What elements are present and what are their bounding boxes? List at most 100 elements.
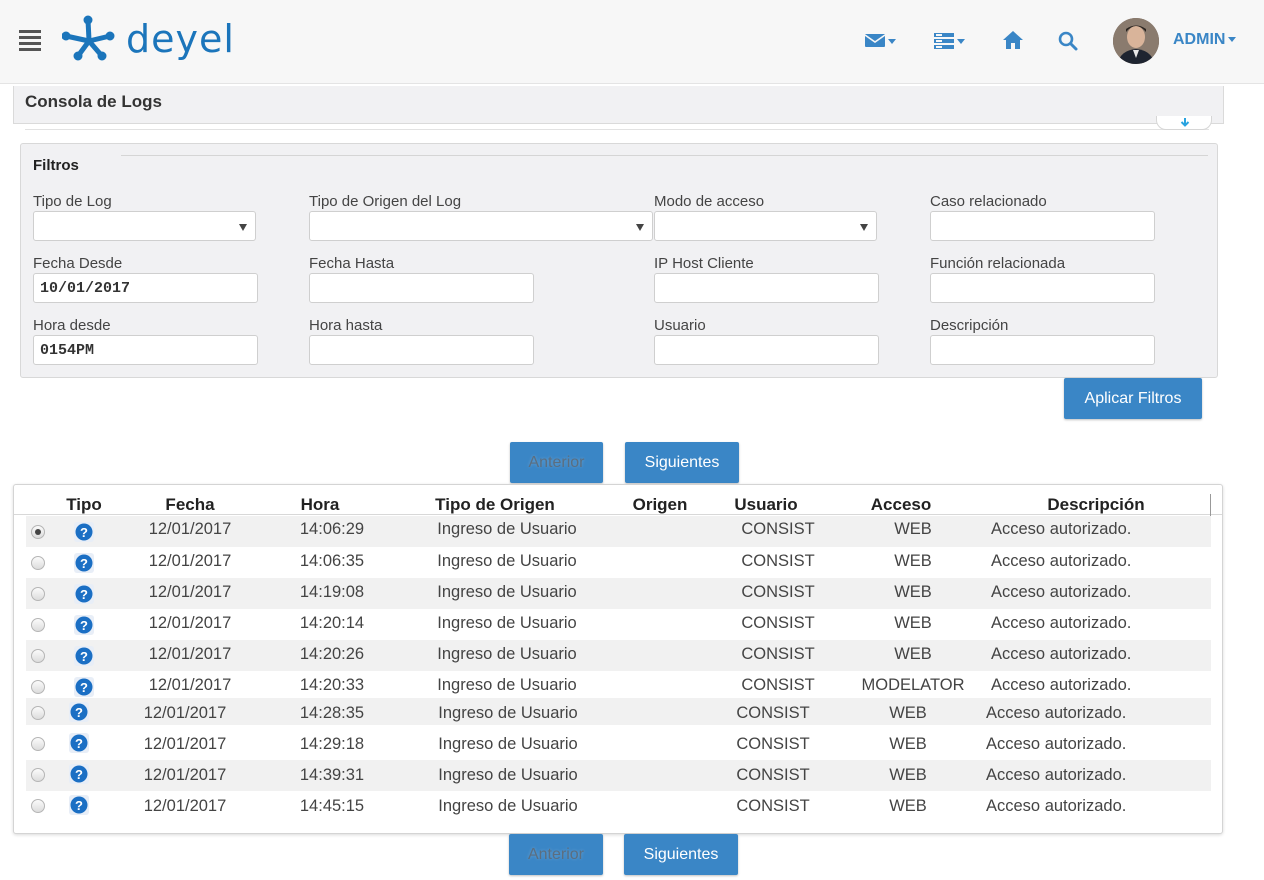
svg-text:?: ? [75,767,83,782]
column-header-descripcion[interactable]: Descripción [1047,495,1144,515]
previous-page-button-bottom[interactable]: Anterior [509,834,603,875]
question-icon[interactable]: ? [69,733,89,753]
question-icon[interactable]: ? [74,553,94,573]
table-row[interactable]: ? 12/01/2017 14:06:35 Ingreso de Usuario CON… [26,547,1211,578]
ip-host-input[interactable] [654,273,879,303]
cell-hora: 14:19:08 [299,583,365,601]
question-icon[interactable]: ? [74,522,94,542]
fecha-desde-input[interactable]: 10/01/2017 [33,273,258,303]
cell-usuario: CONSIST [741,583,815,601]
collapse-toggle[interactable] [1156,116,1212,130]
cell-usuario: CONSIST [736,704,810,722]
cell-usuario: CONSIST [736,797,810,815]
column-header-fecha[interactable]: Fecha [165,495,214,515]
cell-descripcion: Acceso autorizado. [986,797,1127,815]
tasks-icon[interactable] [934,28,968,54]
avatar[interactable] [1113,18,1159,64]
menu-icon[interactable] [19,30,41,52]
deyel-logo[interactable]: deyel [61,14,292,70]
apply-filters-button[interactable]: Aplicar Filtros [1064,378,1202,419]
cell-acceso: WEB [889,704,927,722]
mail-icon[interactable] [865,28,897,54]
row-select-radio[interactable] [31,737,45,751]
tipo-origen-select[interactable] [309,211,653,241]
question-icon[interactable]: ? [74,584,94,604]
column-header-tipo-origen[interactable]: Tipo de Origen [435,495,555,515]
usuario-input[interactable] [654,335,879,365]
cell-descripcion: Acceso autorizado. [991,520,1132,538]
cell-acceso: WEB [894,520,932,538]
question-icon[interactable]: ? [69,795,89,815]
row-select-radio[interactable] [31,706,45,720]
svg-text:?: ? [75,798,83,813]
table-row[interactable]: ? 12/01/2017 14:45:15 Ingreso de Usuario CON… [26,791,1211,822]
hora-desde-input[interactable]: 0154PM [33,335,258,365]
user-menu[interactable]: ADMIN [1173,31,1237,49]
cell-usuario: CONSIST [741,520,815,538]
column-header-origen[interactable]: Origen [633,495,688,515]
search-icon[interactable] [1057,28,1079,54]
row-select-radio[interactable] [31,587,45,601]
logs-table: Tipo Fecha Hora Tipo de Origen Origen Us… [13,484,1223,834]
column-header-tipo[interactable]: Tipo [66,495,102,515]
home-icon[interactable] [1002,28,1026,54]
cell-acceso: WEB [889,797,927,815]
row-select-radio[interactable] [31,556,45,570]
modo-acceso-select[interactable] [654,211,877,241]
table-row[interactable]: ? 12/01/2017 14:39:31 Ingreso de Usuario CON… [26,760,1211,791]
funcion-input[interactable] [930,273,1155,303]
question-icon[interactable]: ? [69,702,89,722]
cell-hora: 14:45:15 [299,797,365,815]
previous-page-button[interactable]: Anterior [510,442,603,483]
question-icon[interactable]: ? [74,615,94,635]
row-select-radio[interactable] [31,799,45,813]
cell-descripcion: Acceso autorizado. [991,552,1132,570]
cell-acceso: WEB [894,614,932,632]
table-row[interactable]: ? 12/01/2017 14:28:35 Ingreso de Usuario CON… [26,698,1211,725]
cell-fecha: 12/01/2017 [148,614,232,632]
cell-acceso: WEB [894,645,932,663]
question-icon[interactable]: ? [69,764,89,784]
cell-fecha: 12/01/2017 [143,797,227,815]
row-select-radio[interactable] [31,768,45,782]
row-select-radio[interactable] [31,649,45,663]
column-header-hora[interactable]: Hora [301,495,340,515]
table-row[interactable]: ? 12/01/2017 14:20:26 Ingreso de Usuario CON… [26,640,1211,671]
cell-hora: 14:20:33 [299,676,365,694]
row-select-radio[interactable] [31,680,45,694]
top-navbar: deyel ADMIN [0,0,1264,84]
cell-hora: 14:29:18 [299,735,365,753]
svg-text:?: ? [75,736,83,751]
cell-tipo-origen: Ingreso de Usuario [437,520,577,538]
cell-descripcion: Acceso autorizado. [986,704,1127,722]
caso-input[interactable] [930,211,1155,241]
cell-fecha: 12/01/2017 [148,676,232,694]
row-select-radio[interactable] [31,525,45,539]
svg-text:?: ? [75,705,83,720]
row-select-radio[interactable] [31,618,45,632]
column-header-usuario[interactable]: Usuario [734,495,797,515]
column-header-acceso[interactable]: Acceso [871,495,931,515]
fecha-hasta-input[interactable] [309,273,534,303]
cell-usuario: CONSIST [736,735,810,753]
cell-descripcion: Acceso autorizado. [991,676,1132,694]
fecha-desde-label: Fecha Desde [33,255,123,272]
next-page-button[interactable]: Siguientes [625,442,739,483]
descripcion-input[interactable] [930,335,1155,365]
caso-label: Caso relacionado [930,193,1047,210]
next-page-button-bottom[interactable]: Siguientes [624,834,738,875]
question-icon[interactable]: ? [74,677,94,697]
cell-tipo-origen: Ingreso de Usuario [438,797,578,815]
hora-hasta-input[interactable] [309,335,534,365]
table-row[interactable]: ? 12/01/2017 14:19:08 Ingreso de Usuario CON… [26,578,1211,609]
page-header: Consola de Logs [13,86,1224,124]
table-row[interactable]: ? 12/01/2017 14:29:18 Ingreso de Usuario CON… [26,729,1211,760]
filters-legend: Filtros [33,157,79,174]
cell-hora: 14:20:14 [299,614,365,632]
divider [25,129,1209,130]
table-row[interactable]: ? 12/01/2017 14:06:29 Ingreso de Usuario CON… [26,516,1211,547]
tipo-log-select[interactable] [33,211,256,241]
table-row[interactable]: ? 12/01/2017 14:20:14 Ingreso de Usuario CON… [26,609,1211,640]
svg-text:?: ? [80,587,88,602]
question-icon[interactable]: ? [74,646,94,666]
